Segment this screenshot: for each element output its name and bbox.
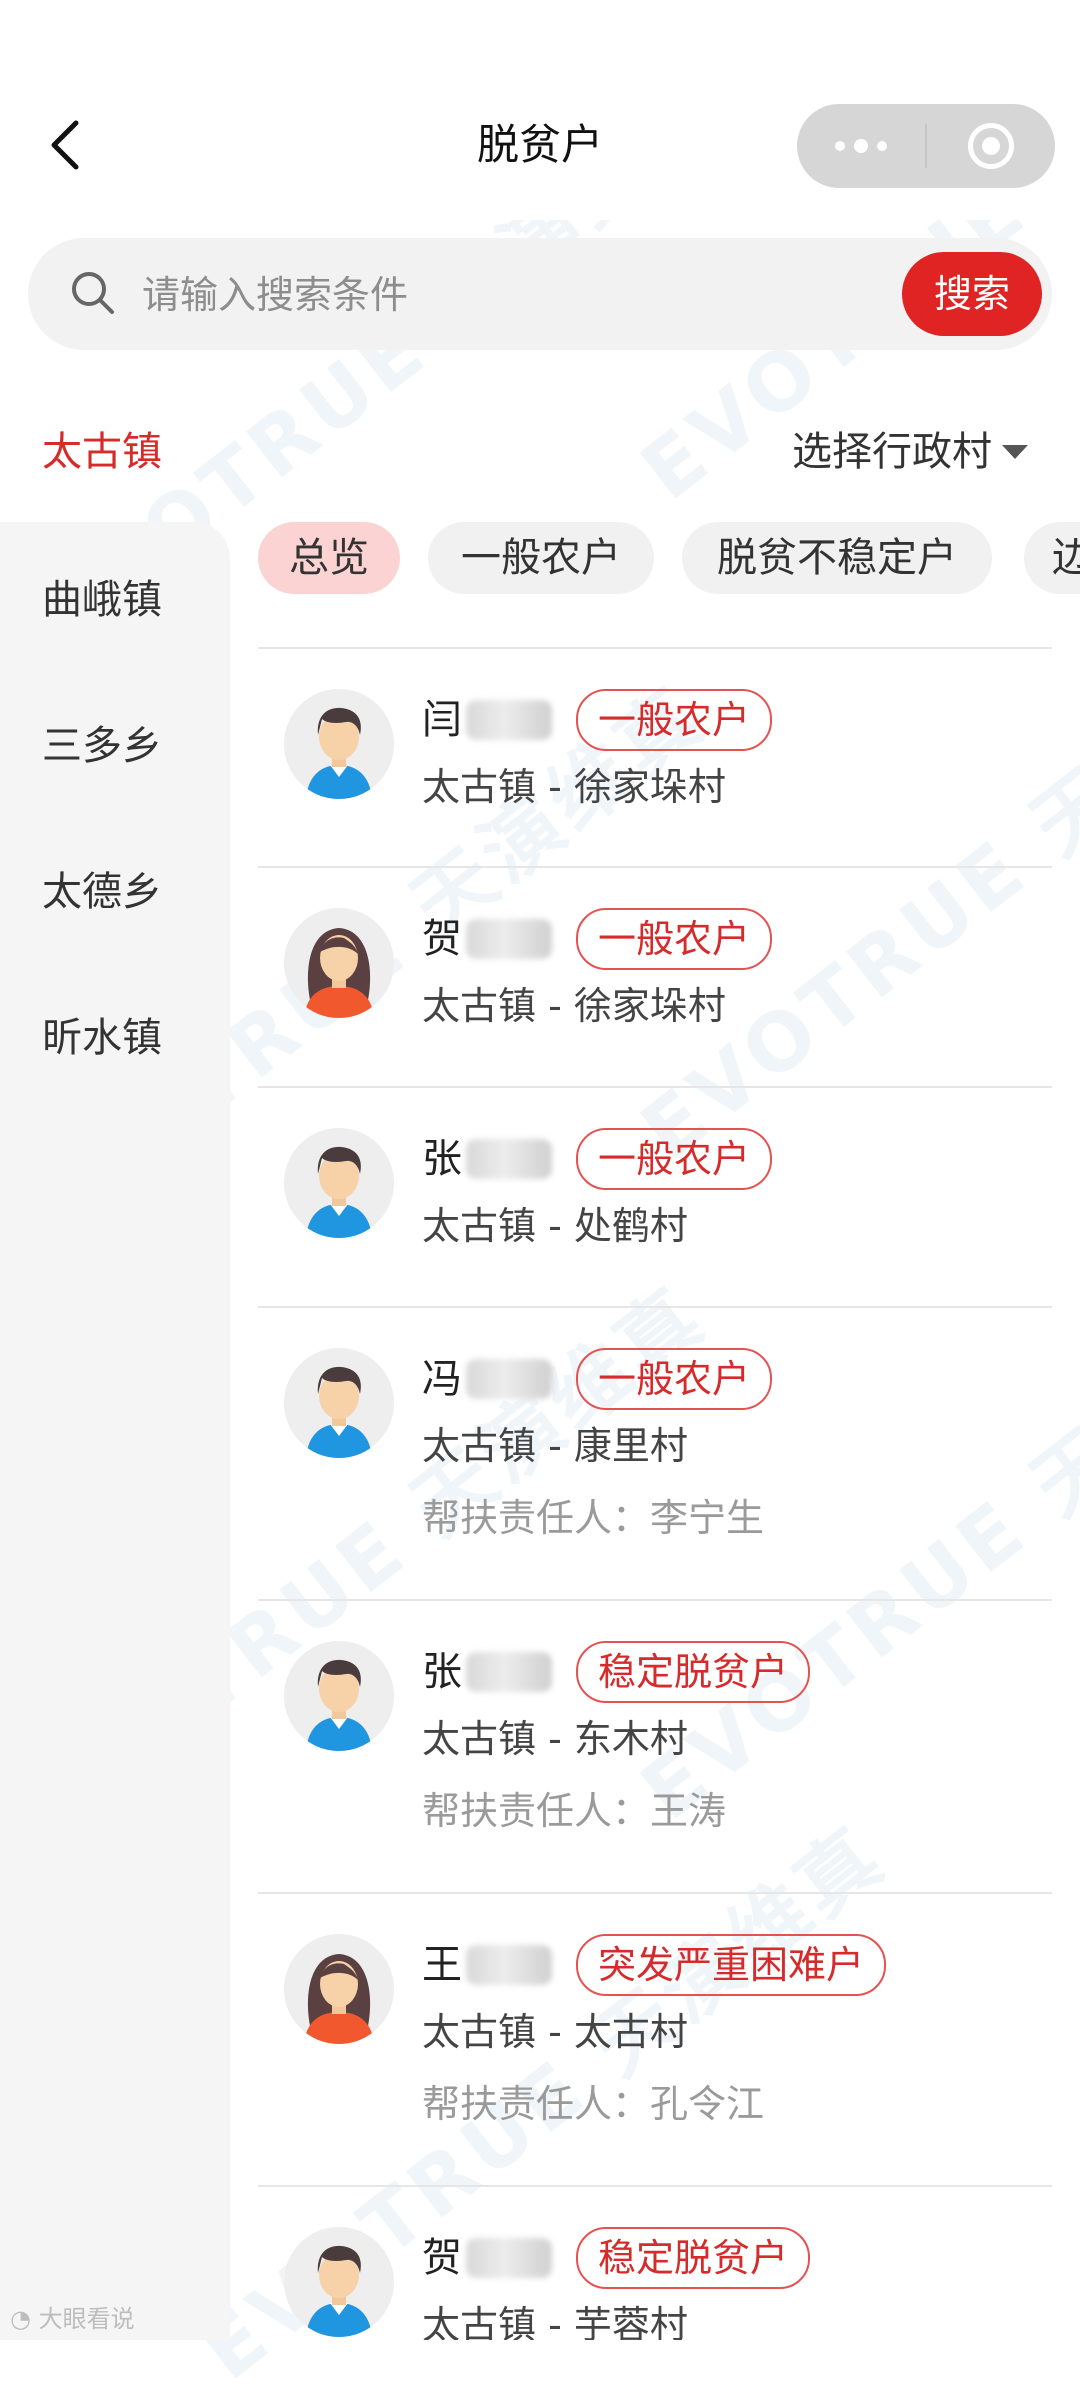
household-location: 太古镇 - 东木村 xyxy=(422,1717,688,1761)
search-bar: 搜索 xyxy=(28,238,1052,350)
close-mini-program-button[interactable] xyxy=(927,104,1055,188)
tab-edge[interactable]: 边 xyxy=(1024,522,1080,594)
household-surname: 贺 xyxy=(422,2235,462,2281)
village-select-label: 选择行政村 xyxy=(792,429,992,475)
sidebar-item-sanduo[interactable]: 三多乡 xyxy=(42,718,162,774)
mini-program-capsule xyxy=(797,104,1055,188)
household-item[interactable]: 王 突发严重困难户 太古镇 - 太古村 帮扶责任人：孔令江 xyxy=(258,1894,1052,2187)
household-location: 太古镇 - 太古村 xyxy=(422,2010,688,2054)
female-avatar-icon xyxy=(284,1934,394,2044)
nav-bar: 脱贫户 xyxy=(0,0,1080,220)
household-location: 太古镇 - 康里村 xyxy=(422,1424,688,1468)
male-avatar-icon xyxy=(284,1128,394,1238)
tab-general-farmer[interactable]: 一般农户 xyxy=(428,522,654,594)
household-type-tag: 稳定脱贫户 xyxy=(576,2227,811,2289)
sidebar-item-taide[interactable]: 太德乡 xyxy=(42,864,162,920)
search-input[interactable] xyxy=(140,260,904,330)
tab-overview[interactable]: 总览 xyxy=(258,522,400,594)
household-type-tag: 一般农户 xyxy=(576,1348,773,1410)
name-row: 张 一般农户 xyxy=(422,1128,773,1190)
female-avatar-icon xyxy=(284,908,394,1018)
household-location: 太古镇 - 徐家垛村 xyxy=(422,765,726,809)
search-icon xyxy=(72,272,114,314)
blurred-given-name xyxy=(466,1945,552,1985)
current-town[interactable]: 太古镇 xyxy=(42,424,162,480)
more-button[interactable] xyxy=(797,104,925,188)
town-sidebar: 曲峨镇 三多乡 太德乡 昕水镇 xyxy=(0,522,230,2340)
household-item[interactable]: 张 稳定脱贫户 太古镇 - 东木村 帮扶责任人：王涛 xyxy=(258,1601,1052,1894)
household-type-tag: 突发严重困难户 xyxy=(576,1934,887,1996)
more-dots-icon xyxy=(835,139,887,153)
target-circle-icon xyxy=(968,123,1014,169)
blurred-given-name xyxy=(466,700,552,740)
blurred-given-name xyxy=(466,1139,552,1179)
caret-down-icon xyxy=(1002,445,1028,459)
male-avatar-icon xyxy=(284,1641,394,1751)
household-surname: 张 xyxy=(422,1649,462,1695)
household-surname: 王 xyxy=(422,1942,462,1988)
household-surname: 冯 xyxy=(422,1356,462,1402)
tab-unstable[interactable]: 脱贫不稳定户 xyxy=(682,522,992,594)
village-select[interactable]: 选择行政村 xyxy=(792,424,1028,480)
household-item[interactable]: 冯 一般农户 太古镇 - 康里村 帮扶责任人：李宁生 xyxy=(258,1308,1052,1601)
blurred-given-name xyxy=(466,919,552,959)
male-avatar-icon xyxy=(284,1348,394,1458)
household-surname: 闫 xyxy=(422,697,462,743)
name-row: 王 突发严重困难户 xyxy=(422,1934,887,1996)
name-row: 贺 稳定脱贫户 xyxy=(422,2227,811,2289)
sidebar-item-xinshui[interactable]: 昕水镇 xyxy=(42,1010,162,1066)
helper-person: 帮扶责任人：孔令江 xyxy=(422,2082,765,2126)
household-location: 太古镇 - 处鹤村 xyxy=(422,1204,688,1248)
sidebar-item-quge[interactable]: 曲峨镇 xyxy=(42,572,162,628)
household-item[interactable]: 张 一般农户 太古镇 - 处鹤村 xyxy=(258,1088,1052,1308)
category-tabs: 总览 一般农户 脱贫不稳定户 边 xyxy=(258,522,1080,594)
household-type-tag: 一般农户 xyxy=(576,1128,773,1190)
household-type-tag: 一般农户 xyxy=(576,908,773,970)
household-location: 太古镇 - 芋蓉村 xyxy=(422,2303,688,2340)
household-surname: 贺 xyxy=(422,916,462,962)
household-location: 太古镇 - 徐家垛村 xyxy=(422,984,726,1028)
household-type-tag: 一般农户 xyxy=(576,689,773,751)
name-row: 冯 一般农户 xyxy=(422,1348,773,1410)
search-button[interactable]: 搜索 xyxy=(902,252,1042,336)
household-item[interactable]: 闫 一般农户 太古镇 - 徐家垛村 xyxy=(258,649,1052,868)
corner-logo: ◔ 大眼看说 xyxy=(10,2305,135,2333)
blurred-given-name xyxy=(466,2238,552,2278)
household-surname: 张 xyxy=(422,1136,462,1182)
blurred-given-name xyxy=(466,1652,552,1692)
name-row: 张 稳定脱贫户 xyxy=(422,1641,811,1703)
household-item[interactable]: 贺 稳定脱贫户 太古镇 - 芋蓉村 xyxy=(258,2187,1052,2340)
helper-person: 帮扶责任人：李宁生 xyxy=(422,1496,765,1540)
household-type-tag: 稳定脱贫户 xyxy=(576,1641,811,1703)
household-item[interactable]: 贺 一般农户 太古镇 - 徐家垛村 xyxy=(258,868,1052,1088)
helper-person: 帮扶责任人：王涛 xyxy=(422,1789,727,1833)
name-row: 闫 一般农户 xyxy=(422,689,773,751)
male-avatar-icon xyxy=(284,2227,394,2337)
male-avatar-icon xyxy=(284,689,394,799)
name-row: 贺 一般农户 xyxy=(422,908,773,970)
blurred-given-name xyxy=(466,1359,552,1399)
